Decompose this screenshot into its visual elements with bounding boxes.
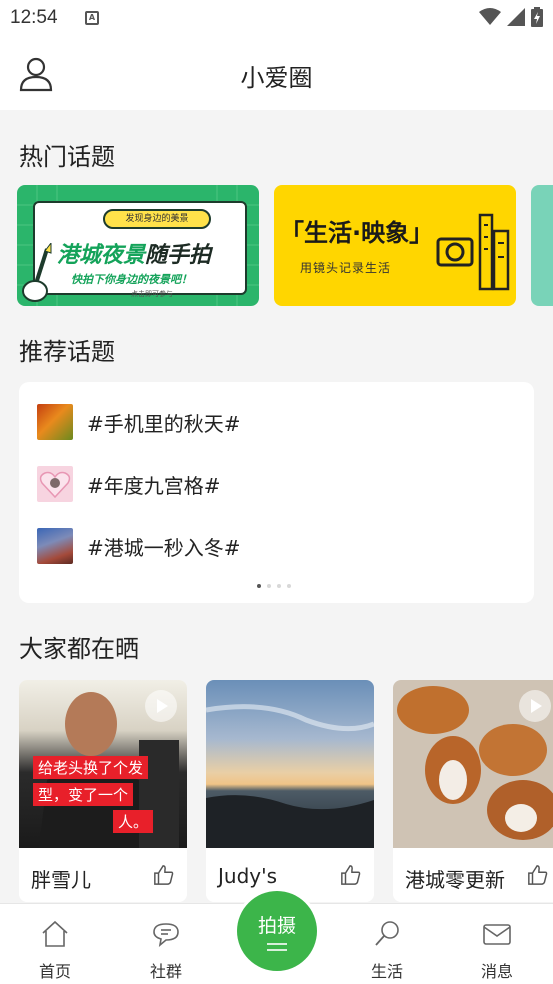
- topic-thumbnail: [37, 404, 73, 440]
- topic-label: #手机里的秋天#: [87, 411, 241, 436]
- mail-icon: [483, 924, 511, 945]
- heart-icon: [39, 471, 71, 499]
- topic-item-autumn[interactable]: #手机里的秋天#: [37, 402, 241, 442]
- feed-card[interactable]: 给老头换了个发 型，变了一个 人。 胖雪儿: [19, 680, 187, 902]
- system-icons: [479, 7, 543, 27]
- topic-thumbnail: [37, 466, 73, 502]
- feed-author: Judy's: [218, 864, 278, 888]
- nav-home[interactable]: 首页: [15, 904, 95, 984]
- hand-brush-icon: [22, 243, 52, 302]
- status-bar: 12:54 A: [0, 0, 553, 38]
- play-button[interactable]: [519, 690, 551, 722]
- video-caption: 给老头换了个发 型，变了一个 人。: [33, 756, 177, 837]
- banner-card: 发现身边的美景 港城夜景随手拍 快拍下你身边的夜景吧！ 点击即可参与: [33, 201, 247, 298]
- pager-dot: [277, 584, 281, 588]
- play-icon: [157, 699, 168, 713]
- feed-photo: 给老头换了个发 型，变了一个 人。: [19, 680, 187, 848]
- play-icon: [531, 699, 542, 713]
- recommended-topics-heading: 推荐话题: [19, 338, 115, 366]
- banner-title-dark: 随手拍: [145, 243, 212, 268]
- nav-life[interactable]: 生活: [347, 904, 427, 984]
- banner2-title: 「生活·映象」: [280, 219, 434, 247]
- status-time: 12:54: [10, 7, 58, 28]
- feed-author: 港城零更新: [405, 868, 505, 892]
- recommended-topics-card: #手机里的秋天# #年度九宫格# #港城一秒入冬#: [19, 382, 534, 603]
- nav-messages[interactable]: 消息: [457, 904, 537, 984]
- app-header: 小爱圈: [0, 38, 553, 110]
- search-icon: [375, 921, 399, 946]
- shoot-button[interactable]: 拍摄: [234, 888, 320, 974]
- nav-life-label: 生活: [370, 962, 403, 981]
- shoot-label: 拍摄: [257, 915, 296, 937]
- banner-life-image[interactable]: 「生活·映象」 用镜头记录生活: [274, 185, 516, 306]
- hot-topics-heading: 热门话题: [19, 143, 115, 171]
- feed-photo: [206, 680, 374, 848]
- banner-night-photo[interactable]: 发现身边的美景 港城夜景随手拍 快拍下你身边的夜景吧！ 点击即可参与: [17, 185, 259, 306]
- topic-item-winter[interactable]: #港城一秒入冬#: [37, 526, 241, 566]
- pager-dot: [267, 584, 271, 588]
- page-title: 小爱圈: [240, 64, 313, 92]
- hot-topics-carousel[interactable]: 发现身边的美景 港城夜景随手拍 快拍下你身边的夜景吧！ 点击即可参与 「生活·映…: [17, 185, 553, 306]
- banner-title-green: 港城夜景: [57, 243, 146, 268]
- caption-line: 型，变了一个: [33, 783, 134, 806]
- banner-subtitle: 快拍下你身边的夜景吧！: [71, 273, 192, 286]
- banner-partial[interactable]: [531, 185, 553, 306]
- banner2-subtitle: 用镜头记录生活: [300, 261, 392, 275]
- pager-dots: [257, 584, 291, 588]
- pager-dot: [257, 584, 261, 588]
- notification-icon: A: [85, 11, 99, 25]
- camera-building-icon: [436, 213, 510, 291]
- nav-community[interactable]: 社群: [126, 904, 206, 984]
- like-icon[interactable]: [340, 864, 362, 886]
- sunset-photo-illustration: [206, 704, 374, 848]
- shoot-button-circle: 拍摄: [237, 891, 317, 971]
- like-icon[interactable]: [153, 864, 175, 886]
- topic-item-ninegrid[interactable]: #年度九宫格#: [37, 464, 221, 504]
- signal-icon: [507, 8, 525, 26]
- nav-home-label: 首页: [38, 962, 71, 981]
- nav-community-label: 社群: [149, 962, 182, 981]
- play-button[interactable]: [145, 690, 177, 722]
- pager-dot: [287, 584, 291, 588]
- like-icon[interactable]: [527, 864, 549, 886]
- topic-label: #港城一秒入冬#: [87, 535, 241, 560]
- feed-photo: [393, 680, 553, 848]
- chat-bubble-icon: [153, 923, 179, 947]
- caption-line: 给老头换了个发: [33, 756, 149, 779]
- banner-tiny-text: 点击即可参与: [131, 290, 173, 298]
- feed-card[interactable]: Judy's: [206, 680, 374, 902]
- topic-label: #年度九宫格#: [87, 473, 221, 498]
- battery-icon: [531, 7, 543, 27]
- everyone-sharing-heading: 大家都在晒: [19, 635, 139, 663]
- caption-line: 人。: [113, 810, 154, 833]
- banner-title: 港城夜景随手拍: [57, 237, 211, 269]
- feed-author: 胖雪儿: [31, 868, 91, 892]
- menu-lines-icon: [267, 943, 287, 951]
- feed-card[interactable]: 港城零更新: [393, 680, 553, 902]
- wifi-icon: [479, 8, 501, 25]
- banner-pill: 发现身边的美景: [103, 209, 211, 229]
- topic-thumbnail: [37, 528, 73, 564]
- home-icon: [42, 920, 68, 947]
- photo-feed: 给老头换了个发 型，变了一个 人。 胖雪儿 Judy's 港城零更新: [19, 680, 553, 902]
- nav-messages-label: 消息: [480, 962, 513, 981]
